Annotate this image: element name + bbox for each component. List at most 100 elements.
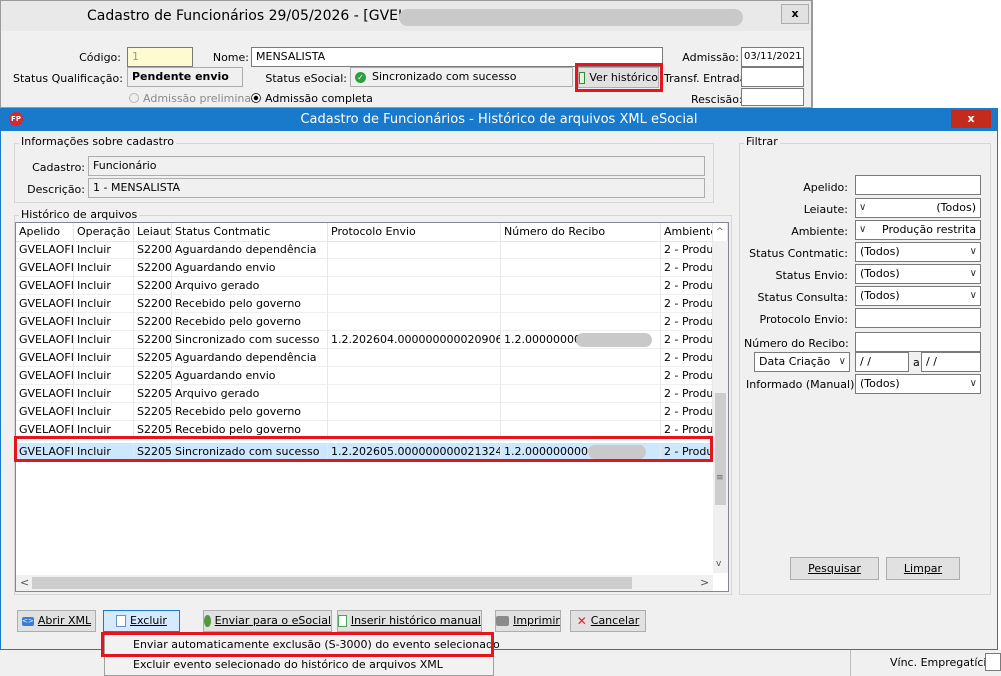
- excluir-button[interactable]: Excluir: [103, 610, 180, 632]
- horizontal-scroll-thumb[interactable]: [32, 577, 632, 589]
- filter-status-envio-value: (Todos): [860, 267, 900, 280]
- adm-completa-radio[interactable]: [251, 93, 261, 103]
- enviar-esocial-button[interactable]: Enviar para o eSocial: [203, 610, 332, 632]
- cell-status: Aguardando envio: [172, 259, 328, 277]
- admissao-field[interactable]: 03/11/2021: [741, 47, 804, 67]
- table-row[interactable]: GVELAOFIIncluirS2205(FRecebido pelo gove…: [16, 403, 713, 421]
- cell-leiaute: S2200: [134, 331, 172, 349]
- vertical-scrollbar[interactable]: ≡ v: [713, 241, 728, 573]
- table-row[interactable]: GVELAOFI Incluir S2200 Aguardando envio 2 - …: [16, 259, 713, 277]
- filter-protocolo-input[interactable]: [855, 308, 981, 328]
- filter-status-consulta-select[interactable]: (Todos) ∨: [855, 286, 981, 306]
- table-row[interactable]: GVELAOFIIncluirS2205(FAguardando dependê…: [16, 349, 713, 367]
- filter-status-consulta-value: (Todos): [860, 289, 900, 302]
- grip-icon: ≡: [716, 473, 724, 483]
- filter-status-contmatic-select[interactable]: (Todos) ∨: [855, 242, 981, 262]
- transf-entrada-label: Transf. Entrada:: [664, 72, 751, 85]
- vertical-scroll-thumb[interactable]: [715, 393, 726, 505]
- table-row[interactable]: GVELAOFI Incluir S2200 Recebido pelo govern…: [16, 313, 713, 331]
- inserir-historico-button[interactable]: Inserir histórico manual: [337, 610, 482, 632]
- filter-apelido-input[interactable]: [855, 175, 981, 195]
- cell-apelido: GVELAOFI: [16, 295, 74, 313]
- enviar-esocial-label: Enviar para o eSocial: [214, 614, 331, 627]
- cell-operacao: Incluir: [74, 313, 134, 331]
- data-criacao-select[interactable]: Data Criação ∨: [754, 352, 850, 372]
- adm-preliminar-label: Admissão preliminar: [143, 92, 256, 105]
- back-close-button[interactable]: x: [781, 4, 809, 24]
- date-from-input[interactable]: / /: [855, 352, 909, 372]
- col-protocolo-envio[interactable]: Protocolo Envio: [328, 223, 501, 241]
- cadastro-field: Funcionário: [88, 156, 705, 176]
- cell-leiaute: S2200: [134, 241, 172, 259]
- scroll-right-icon[interactable]: >: [700, 576, 709, 589]
- transf-entrada-field[interactable]: [741, 67, 804, 87]
- cell-leiaute: S2200: [134, 259, 172, 277]
- cell-apelido: GVELAOFI: [16, 259, 74, 277]
- imprimir-button[interactable]: Imprimir: [495, 610, 561, 632]
- rescisao-field[interactable]: [741, 88, 804, 106]
- vinc-empregaticio-field[interactable]: [985, 653, 1001, 671]
- close-icon: ✕: [576, 614, 587, 628]
- col-leiaute[interactable]: Leiaute: [134, 223, 172, 241]
- cell-ambiente: 2 - Produç: [661, 259, 713, 277]
- cadastro-label: Cadastro:: [32, 161, 85, 174]
- chevron-down-icon: ∨: [969, 290, 977, 301]
- table-row[interactable]: GVELAOFIIncluirS2205(FAguardando envio 2 …: [16, 367, 713, 385]
- cell-protocolo: [328, 295, 501, 313]
- filter-status-consulta-label: Status Consulta:: [757, 291, 848, 304]
- filter-informado-label: Informado (Manual):: [746, 378, 859, 391]
- scroll-down-icon[interactable]: v: [716, 559, 721, 569]
- date-to-input[interactable]: / /: [921, 352, 981, 372]
- cell-operacao: Incluir: [74, 367, 134, 385]
- pesquisar-button[interactable]: Pesquisar: [790, 557, 879, 580]
- chevron-down-icon: ∨: [859, 224, 867, 235]
- redacted-receipt: [588, 445, 646, 459]
- limpar-button[interactable]: Limpar: [886, 557, 960, 580]
- status-esocial-value: Sincronizado com sucesso: [372, 70, 517, 83]
- abrir-xml-label: Abrir XML: [37, 614, 92, 627]
- filter-leiaute-select[interactable]: ∨ (Todos): [855, 198, 981, 218]
- cell-status: Recebido pelo governo: [172, 313, 328, 331]
- ver-historico-button[interactable]: Ver histórico: [578, 67, 659, 88]
- cell-protocolo: [328, 367, 501, 385]
- col-apelido[interactable]: Apelido: [16, 223, 74, 241]
- filter-status-envio-select[interactable]: (Todos) ∨: [855, 264, 981, 284]
- filter-ambiente-select[interactable]: ∨ Produção restrita - 2: [855, 220, 981, 240]
- data-criacao-value: Data Criação: [759, 355, 831, 368]
- horizontal-scrollbar[interactable]: < >: [16, 575, 713, 591]
- table-row[interactable]: GVELAOFI Incluir S2200 Aguardando dependênc…: [16, 241, 713, 259]
- filter-apelido-label: Apelido:: [803, 181, 848, 194]
- scroll-up-icon[interactable]: ^: [713, 223, 728, 241]
- dialog-close-button[interactable]: x: [951, 110, 991, 128]
- table-row[interactable]: GVELAOFIIncluirS2205(FArquivo gerado 2 - …: [16, 385, 713, 403]
- table-row[interactable]: GVELAOFIIncluirS2205(FRecebido pelo gove…: [16, 421, 713, 439]
- cell-ambiente: 2 - Produç: [661, 385, 713, 403]
- table-row[interactable]: GVELAOFI Incluir S2200 Arquivo gerado 2 - Pr…: [16, 277, 713, 295]
- filter-group-title: Filtrar: [744, 135, 780, 148]
- adm-preliminar-radio[interactable]: [129, 93, 139, 103]
- menu-item-auto-exclusion[interactable]: Enviar automaticamente exclusão (S-3000)…: [133, 638, 500, 651]
- table-row[interactable]: GVELAOFIIncluirS2205(FSincronizado com s…: [16, 443, 713, 461]
- filter-informado-select[interactable]: (Todos) ∨: [855, 374, 981, 394]
- cell-status: Arquivo gerado: [172, 385, 328, 403]
- col-operacao[interactable]: Operação: [74, 223, 134, 241]
- cell-operacao: Incluir: [74, 421, 134, 439]
- table-row[interactable]: GVELAOFI Incluir S2200 Sincronizado com suc…: [16, 331, 713, 349]
- cell-status: Aguardando envio: [172, 367, 328, 385]
- status-esocial-label: Status eSocial:: [265, 72, 347, 85]
- abrir-xml-button[interactable]: <> Abrir XML: [17, 610, 96, 632]
- codigo-field[interactable]: 1: [127, 47, 193, 67]
- history-table[interactable]: Apelido Operação Leiaute Status Contmati…: [15, 222, 729, 592]
- filter-recibo-input[interactable]: [855, 332, 981, 352]
- col-numero-recibo[interactable]: Número do Recibo: [501, 223, 661, 241]
- nome-field[interactable]: MENSALISTA: [251, 47, 663, 67]
- menu-item-remove-history[interactable]: Excluir evento selecionado do histórico …: [133, 658, 443, 671]
- cancelar-button[interactable]: ✕ Cancelar: [570, 610, 646, 632]
- col-status-contmatic[interactable]: Status Contmatic: [172, 223, 328, 241]
- scroll-left-icon[interactable]: <: [20, 576, 29, 589]
- col-ambiente[interactable]: Ambiente: [661, 223, 713, 241]
- send-icon: [204, 615, 211, 627]
- table-row[interactable]: GVELAOFI Incluir S2200 Recebido pelo govern…: [16, 295, 713, 313]
- cell-ambiente: 2 - Produç: [661, 313, 713, 331]
- chevron-down-icon: ∨: [969, 378, 977, 389]
